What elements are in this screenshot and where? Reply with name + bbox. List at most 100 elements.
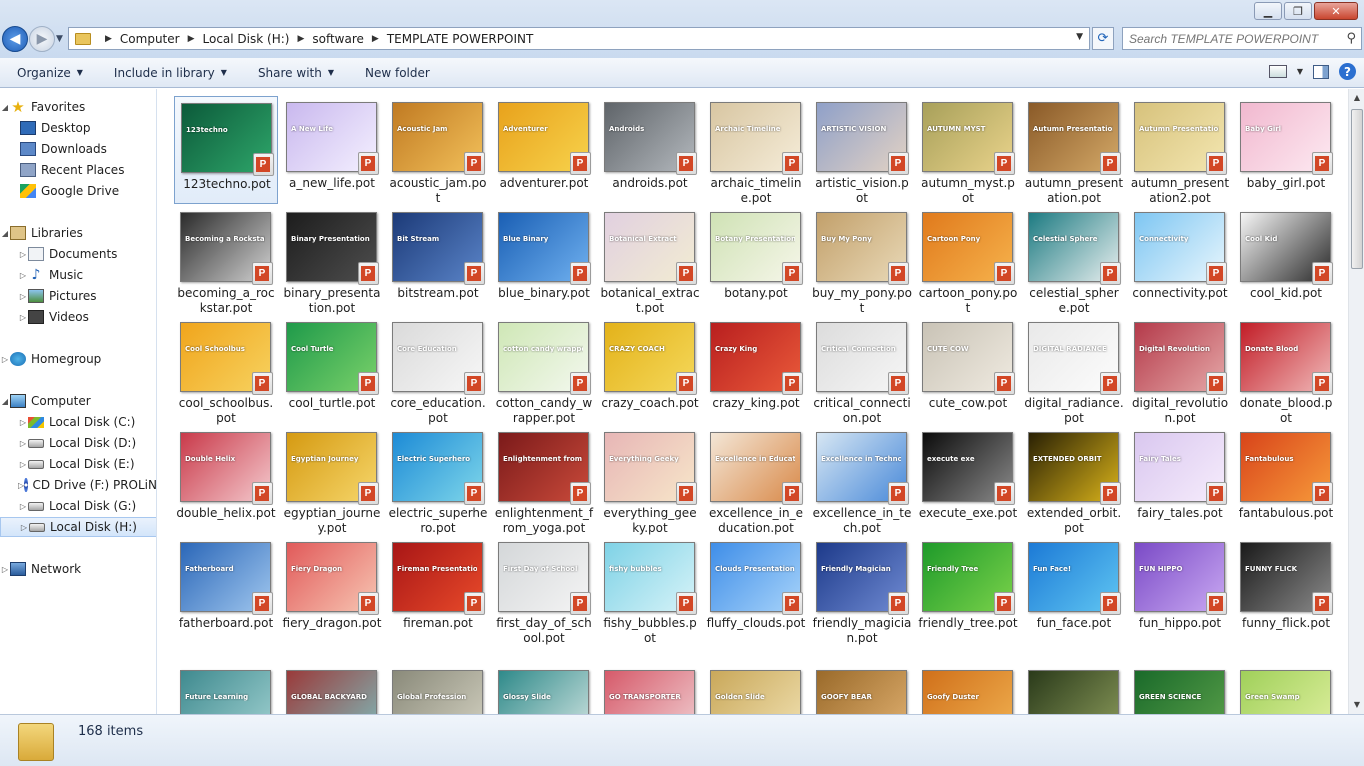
share-with-menu[interactable]: Share with ▼ [258,66,334,80]
expand-arrow-icon[interactable]: ▷ [18,292,28,301]
forward-button[interactable]: ▶ [29,26,55,52]
file-item[interactable]: Baby Girl baby_girl.pot [1234,96,1338,204]
breadcrumb-separator-icon[interactable]: ▶ [188,34,195,44]
breadcrumb-separator-icon[interactable]: ▶ [372,34,379,44]
sidebar-item-local-disk-d[interactable]: ▷ Local Disk (D:) [0,433,156,453]
file-item[interactable]: Cool Turtle cool_turtle.pot [280,316,384,424]
file-item[interactable]: Fun Face! fun_face.pot [1022,536,1126,644]
search-input[interactable] [1129,31,1339,46]
search-box[interactable]: ⚲ [1122,27,1362,50]
sidebar-item-documents[interactable]: ▷ Documents [0,244,156,264]
file-item[interactable]: GREEN SCIENCE [1128,664,1232,714]
file-item[interactable]: Autumn Presentation autumn_presentation2.… [1128,96,1232,205]
file-item[interactable]: FUNNY FLICK funny_flick.pot [1234,536,1338,644]
include-in-library-menu[interactable]: Include in library ▼ [114,66,227,80]
file-item[interactable]: Golden Slide [704,664,808,714]
file-item[interactable]: Critical Connection critical_connection.p… [810,316,914,425]
sidebar-item-favorites[interactable]: ◢ ★ Favorites [0,97,156,117]
sidebar-item-computer[interactable]: ◢ Computer [0,391,156,411]
expand-arrow-icon[interactable]: ▷ [0,565,10,574]
file-item[interactable]: Goofy Duster [916,664,1020,714]
file-item[interactable]: Fantabulous fantabulous.pot [1234,426,1338,534]
file-item[interactable]: AUTUMN MYST autumn_myst.pot [916,96,1020,205]
file-item[interactable]: Androids androids.pot [598,96,702,204]
file-item[interactable]: Enlightenment from Yoga enlightenment_fro… [492,426,596,535]
new-folder-button[interactable]: New folder [365,66,430,80]
search-icon[interactable]: ⚲ [1346,31,1356,46]
help-icon[interactable]: ? [1339,63,1356,80]
expand-arrow-icon[interactable]: ▷ [18,418,28,427]
file-item[interactable]: Crazy King crazy_king.pot [704,316,808,424]
recent-pages-dropdown[interactable]: ▼ [56,34,63,44]
file-item[interactable]: Digital Revolution digital_revolution.pot [1128,316,1232,425]
file-item[interactable]: Double Helix double_helix.pot [174,426,278,534]
sidebar-item-local-disk-e[interactable]: ▷ Local Disk (E:) [0,454,156,474]
file-item[interactable]: ARTISTIC VISION artistic_vision.pot [810,96,914,205]
file-item[interactable]: Everything Geeky everything_geeky.pot [598,426,702,535]
close-button[interactable]: ✕ [1314,2,1358,20]
file-item[interactable]: First Day of School first_day_of_school.p… [492,536,596,645]
file-item[interactable]: Cool Kid cool_kid.pot [1234,206,1338,314]
file-item[interactable]: EXTENDED ORBIT extended_orbit.pot [1022,426,1126,535]
scrollbar-thumb[interactable] [1351,109,1363,269]
file-item[interactable]: Green Swamp [1234,664,1338,714]
file-item[interactable]: Fiery Dragon fiery_dragon.pot [280,536,384,644]
breadcrumb-template-powerpoint[interactable]: TEMPLATE POWERPOINT [387,32,533,46]
breadcrumb-local-disk-h[interactable]: Local Disk (H:) [203,32,290,46]
file-item[interactable]: Clouds Presentation fluffy_clouds.pot [704,536,808,644]
file-item[interactable]: Bit Stream bitstream.pot [386,206,490,314]
file-item[interactable]: GLOBAL BACKYARD [280,664,384,714]
file-item[interactable]: Cool Schoolbus cool_schoolbus.pot [174,316,278,425]
file-item[interactable]: Buy My Pony buy_my_pony.pot [810,206,914,315]
file-item[interactable]: FUN HIPPO fun_hippo.pot [1128,536,1232,644]
maximize-button[interactable]: ❐ [1284,2,1312,20]
expand-arrow-icon[interactable]: ▷ [18,502,28,511]
scroll-down-arrow-icon[interactable]: ▼ [1350,697,1364,713]
file-item[interactable]: 123techno 123techno.pot [174,96,278,204]
file-item[interactable]: Botany Presentation botany.pot [704,206,808,314]
sidebar-item-libraries[interactable]: ◢ Libraries [0,223,156,243]
file-item[interactable]: Becoming a Rockstar becoming_a_rockstar.p… [174,206,278,315]
file-item[interactable]: Donate Blood donate_blood.pot [1234,316,1338,425]
scroll-up-arrow-icon[interactable]: ▲ [1350,90,1364,106]
expand-arrow-icon[interactable]: ▷ [18,250,28,259]
file-item[interactable]: cotton candy wrapper cotton_candy_wrapper… [492,316,596,425]
file-item[interactable]: Fairy Tales fairy_tales.pot [1128,426,1232,534]
back-button[interactable]: ◀ [2,26,28,52]
collapse-arrow-icon[interactable]: ◢ [0,103,10,112]
address-bar[interactable]: ▶ Computer ▶ Local Disk (H:) ▶ software … [68,27,1090,50]
file-item[interactable]: Acoustic Jam acoustic_jam.pot [386,96,490,205]
breadcrumb-software[interactable]: software [312,32,364,46]
change-view-icon[interactable] [1268,65,1287,78]
sidebar-item-desktop[interactable]: Desktop [0,118,156,138]
breadcrumb-separator-icon[interactable]: ▶ [297,34,304,44]
file-item[interactable]: CRAZY COACH crazy_coach.pot [598,316,702,424]
file-item[interactable]: Autumn Presentation autumn_presentation.p… [1022,96,1126,205]
sidebar-item-local-disk-h[interactable]: ▷ Local Disk (H:) [0,517,156,537]
file-item[interactable]: fishy bubbles fishy_bubbles.pot [598,536,702,645]
file-item[interactable]: Excellence in Technology excellence_in_te… [810,426,914,535]
minimize-button[interactable]: ▁ [1254,2,1282,20]
expand-arrow-icon[interactable]: ▷ [18,439,28,448]
sidebar-item-music[interactable]: ▷ ♪ Music [0,265,156,285]
file-item[interactable]: Future Learning [174,664,278,714]
organize-menu[interactable]: Organize ▼ [17,66,83,80]
file-item[interactable]: DIGITAL RADIANCE digital_radiance.pot [1022,316,1126,425]
expand-arrow-icon[interactable]: ▷ [18,271,28,280]
file-item[interactable]: Archaic Timeline archaic_timeline.pot [704,96,808,205]
file-item[interactable]: Global Profession [386,664,490,714]
file-item[interactable]: Binary Presentation binary_presentation.p… [280,206,384,315]
sidebar-item-downloads[interactable]: Downloads [0,139,156,159]
view-options-chevron-icon[interactable]: ▼ [1297,67,1303,76]
file-item[interactable]: Celestial Sphere celestial_sphere.pot [1022,206,1126,315]
sidebar-item-cd-drive-f[interactable]: ▷ CD Drive (F:) PROLiN [0,475,156,495]
file-item[interactable]: Connectivity connectivity.pot [1128,206,1232,314]
file-item[interactable]: Botanical Extract botanical_extract.pot [598,206,702,315]
file-item[interactable]: Cartoon Pony cartoon_pony.pot [916,206,1020,315]
expand-arrow-icon[interactable]: ▷ [19,523,29,532]
file-item[interactable]: Adventurer adventurer.pot [492,96,596,204]
file-item[interactable]: Friendly Magician friendly_magician.pot [810,536,914,645]
file-item[interactable]: Fireman Presentation fireman.pot [386,536,490,644]
file-item[interactable] [1022,664,1126,714]
file-item[interactable]: Excellence in Education excellence_in_edu… [704,426,808,535]
